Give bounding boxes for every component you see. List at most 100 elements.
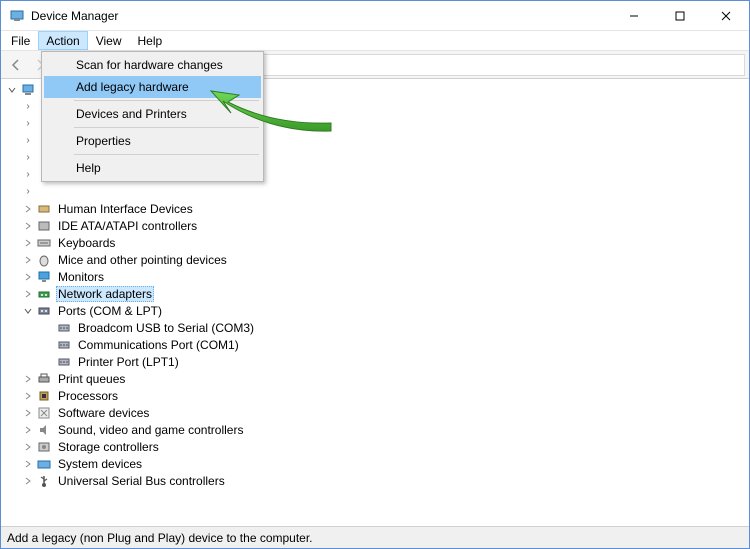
tree-node[interactable]: Human Interface Devices <box>3 200 749 217</box>
system-icon <box>36 456 52 472</box>
tree-label: Sound, video and game controllers <box>56 423 245 437</box>
status-bar: Add a legacy (non Plug and Play) device … <box>1 526 749 548</box>
tree-node[interactable]: Sound, video and game controllers <box>3 421 749 438</box>
expander-icon[interactable]: › <box>21 151 35 165</box>
expander-icon[interactable]: › <box>21 117 35 131</box>
menu-item-label: Scan for hardware changes <box>76 58 223 72</box>
expander-icon[interactable] <box>21 236 35 250</box>
tree-node[interactable]: Print queues <box>3 370 749 387</box>
app-icon <box>9 8 25 24</box>
expander-icon[interactable]: › <box>21 168 35 182</box>
window-title: Device Manager <box>31 9 611 23</box>
tree-node[interactable]: Keyboards <box>3 234 749 251</box>
tree-node[interactable]: Software devices <box>3 404 749 421</box>
expander-icon[interactable] <box>21 440 35 454</box>
menu-view[interactable]: View <box>88 31 130 50</box>
expander-icon[interactable] <box>21 202 35 216</box>
menu-devices-and-printers[interactable]: Devices and Printers <box>44 103 261 125</box>
menu-scan-hardware[interactable]: Scan for hardware changes <box>44 54 261 76</box>
expander-icon[interactable] <box>21 457 35 471</box>
menu-bar: File Action View Help <box>1 31 749 51</box>
usb-icon <box>36 473 52 489</box>
title-bar: Device Manager <box>1 1 749 31</box>
maximize-button[interactable] <box>657 1 703 30</box>
expander-icon[interactable] <box>21 423 35 437</box>
monitor-icon <box>36 269 52 285</box>
tree-label <box>56 185 63 199</box>
dropdown-separator <box>74 127 259 128</box>
tree-label: Mice and other pointing devices <box>56 253 229 267</box>
menu-add-legacy-hardware[interactable]: Add legacy hardware <box>44 76 261 98</box>
menu-item-label: Devices and Printers <box>76 107 187 121</box>
tree-node[interactable]: Monitors <box>3 268 749 285</box>
menu-item-label: Add legacy hardware <box>76 80 189 94</box>
menu-item-label: Properties <box>76 134 131 148</box>
hid-icon <box>36 201 52 217</box>
menu-help[interactable]: Help <box>44 157 261 179</box>
expander-icon[interactable] <box>21 253 35 267</box>
serial-icon <box>56 337 72 353</box>
tree-label: Storage controllers <box>56 440 161 454</box>
tree-label: IDE ATA/ATAPI controllers <box>56 219 199 233</box>
tree-node[interactable]: Storage controllers <box>3 438 749 455</box>
tree-label: Keyboards <box>56 236 117 250</box>
tree-node[interactable]: Processors <box>3 387 749 404</box>
software-icon <box>36 405 52 421</box>
expander-icon[interactable] <box>21 372 35 386</box>
tree-node[interactable]: Communications Port (COM1) <box>3 336 749 353</box>
expander-icon[interactable] <box>21 219 35 233</box>
expander-icon <box>41 338 55 352</box>
expander-icon[interactable] <box>21 270 35 284</box>
menu-help[interactable]: Help <box>130 31 171 50</box>
computer-icon <box>20 82 36 98</box>
printer-icon <box>36 371 52 387</box>
expander-icon[interactable]: › <box>21 100 35 114</box>
menu-item-label: Help <box>76 161 101 175</box>
tree-label: Universal Serial Bus controllers <box>56 474 227 488</box>
tree-label: Human Interface Devices <box>56 202 195 216</box>
menu-file[interactable]: File <box>3 31 38 50</box>
tree-node[interactable]: System devices <box>3 455 749 472</box>
serial-icon <box>56 320 72 336</box>
action-menu-dropdown: Scan for hardware changes Add legacy har… <box>41 51 264 182</box>
tree-node[interactable]: Mice and other pointing devices <box>3 251 749 268</box>
sound-icon <box>36 422 52 438</box>
tree-label: Software devices <box>56 406 151 420</box>
dropdown-separator <box>74 154 259 155</box>
menu-action[interactable]: Action <box>38 31 87 50</box>
storage-icon <box>36 439 52 455</box>
cpu-icon <box>36 388 52 404</box>
tree-node[interactable]: Network adapters <box>3 285 749 302</box>
status-text: Add a legacy (non Plug and Play) device … <box>7 531 313 545</box>
tree-node[interactable]: Printer Port (LPT1) <box>3 353 749 370</box>
device-icon <box>36 184 52 200</box>
keyboard-icon <box>36 235 52 251</box>
back-button[interactable] <box>5 54 27 76</box>
expander-icon[interactable]: › <box>21 134 35 148</box>
tree-node-hidden[interactable]: › <box>3 183 749 200</box>
expander-icon[interactable] <box>5 83 19 97</box>
tree-label: Network adapters <box>56 286 154 302</box>
expander-icon[interactable] <box>21 304 35 318</box>
expander-icon <box>41 321 55 335</box>
tree-node[interactable]: Ports (COM & LPT) <box>3 302 749 319</box>
expander-icon[interactable] <box>21 406 35 420</box>
expander-icon[interactable] <box>21 389 35 403</box>
mouse-icon <box>36 252 52 268</box>
expander-icon[interactable]: › <box>21 185 35 199</box>
tree-node[interactable]: IDE ATA/ATAPI controllers <box>3 217 749 234</box>
expander-icon[interactable] <box>21 287 35 301</box>
close-button[interactable] <box>703 1 749 30</box>
tree-label: Processors <box>56 389 120 403</box>
tree-label: System devices <box>56 457 144 471</box>
tree-label: Broadcom USB to Serial (COM3) <box>76 321 256 335</box>
tree-node[interactable]: Broadcom USB to Serial (COM3) <box>3 319 749 336</box>
serial-icon <box>56 354 72 370</box>
tree-label: Communications Port (COM1) <box>76 338 241 352</box>
tree-node[interactable]: Universal Serial Bus controllers <box>3 472 749 489</box>
menu-properties[interactable]: Properties <box>44 130 261 152</box>
tree-label: Printer Port (LPT1) <box>76 355 181 369</box>
port-icon <box>36 303 52 319</box>
expander-icon[interactable] <box>21 474 35 488</box>
minimize-button[interactable] <box>611 1 657 30</box>
